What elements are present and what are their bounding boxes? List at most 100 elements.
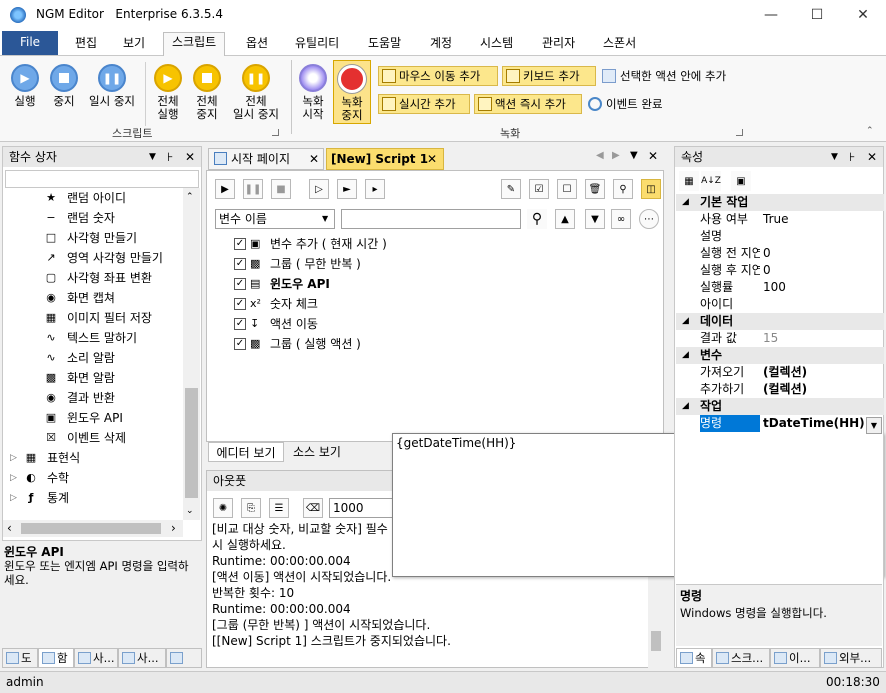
line-count-stepper[interactable]: 1000	[329, 498, 393, 518]
action-checkbox[interactable]: ✓	[234, 278, 246, 290]
variable-search-input[interactable]	[341, 209, 521, 229]
run-button[interactable]: ▶ 실행	[8, 64, 42, 108]
action-checkbox[interactable]: ✓	[234, 318, 246, 330]
add-instant-action-button[interactable]: 액션 즉시 추가	[474, 94, 582, 114]
minimize-button[interactable]: —	[748, 0, 794, 30]
expand-arrow-icon[interactable]: ▷	[10, 448, 17, 468]
broom-button[interactable]: ✺	[213, 498, 233, 518]
play-step-button[interactable]: ►	[337, 179, 357, 199]
menu-file[interactable]: File	[2, 31, 58, 55]
property-value[interactable]: (컬렉션)	[763, 381, 807, 398]
property-category[interactable]: ◢ 변수	[676, 347, 884, 364]
image-edit-button[interactable]: ✎	[501, 179, 521, 199]
check-all-button[interactable]: ☑	[529, 179, 549, 199]
stop-all-button[interactable]: 전체 중지	[189, 64, 225, 121]
scroll-thumb[interactable]	[185, 388, 198, 498]
left-tab-page[interactable]	[166, 648, 202, 668]
add-inside-action-button[interactable]: 선택한 액션 안에 추가	[600, 66, 726, 86]
uncheck-button[interactable]: ☐	[557, 179, 577, 199]
menu-sponsor[interactable]: 스폰서	[595, 34, 644, 54]
record-stop-button[interactable]: 녹화 중지	[333, 60, 371, 124]
close-panel-icon[interactable]: ✕	[185, 147, 195, 167]
scroll-left-arrow[interactable]: ‹	[7, 521, 12, 535]
menu-script[interactable]: 스크립트	[163, 32, 226, 56]
property-row[interactable]: 실행 전 지연 0	[676, 245, 884, 262]
function-tree-vscrollbar[interactable]: ⌃ ⌄	[183, 188, 200, 520]
tab-list-icon[interactable]: ▼	[630, 150, 638, 161]
collapse-arrow-icon[interactable]: ◢	[682, 398, 689, 415]
property-row[interactable]: 아이디	[676, 296, 884, 313]
pause-all-button[interactable]: ❚❚ 전체 일시 중지	[228, 64, 284, 121]
action-checkbox[interactable]: ✓	[234, 238, 246, 250]
menu-system[interactable]: 시스템	[472, 34, 521, 54]
property-value[interactable]: 15	[763, 330, 778, 347]
right-tab-script[interactable]: 스크...	[712, 648, 770, 668]
close-panel-icon[interactable]: ✕	[867, 147, 877, 167]
eraser-button[interactable]: ⌫	[303, 498, 323, 518]
record-start-button[interactable]: 녹화 시작	[296, 64, 330, 121]
expand-arrow-icon[interactable]: ▷	[10, 468, 17, 488]
move-down-button[interactable]: ▼	[585, 209, 605, 229]
scroll-thumb[interactable]	[651, 631, 661, 651]
search-icon[interactable]: ⚲	[527, 209, 547, 229]
left-tab-fx[interactable]: 사...	[118, 648, 166, 668]
play-button[interactable]: ▶	[215, 179, 235, 199]
menu-account[interactable]: 계정	[422, 34, 460, 54]
stop-button[interactable]: 중지	[47, 64, 81, 108]
property-value[interactable]: tDateTime(HH)}	[763, 415, 873, 432]
property-value[interactable]: 100	[763, 279, 786, 296]
close-tab-icon[interactable]: ✕	[309, 149, 319, 169]
right-tab-external[interactable]: 외부...	[820, 648, 882, 668]
property-row[interactable]: 실행률 100	[676, 279, 884, 296]
collapse-ribbon-icon[interactable]: ⌃	[866, 126, 874, 136]
property-row[interactable]: 설명	[676, 228, 884, 245]
play-outline-button[interactable]: ▷	[309, 179, 329, 199]
delete-button[interactable]: 🗑	[585, 179, 605, 199]
scroll-up-arrow[interactable]: ⌃	[186, 192, 194, 202]
menu-help[interactable]: 도움말	[360, 34, 409, 54]
left-tab-function[interactable]: 함	[38, 648, 74, 668]
action-checkbox[interactable]: ✓	[234, 258, 246, 270]
tab-source-view[interactable]: 소스 보기	[286, 442, 348, 462]
function-tree-hscrollbar[interactable]: ‹ ›	[3, 520, 183, 537]
property-value[interactable]: (컬렉션)	[763, 364, 807, 381]
tab-new-script[interactable]: [New] Script 1 ✕	[326, 148, 444, 170]
pause-button[interactable]: ❚❚ 일시 중지	[84, 64, 140, 108]
collapse-arrow-icon[interactable]: ◢	[682, 347, 689, 364]
menu-view[interactable]: 보기	[115, 34, 153, 54]
variable-select[interactable]: 변수 이름 ▼	[215, 209, 335, 229]
play-frame-button[interactable]: ▸	[365, 179, 385, 199]
scroll-down-arrow[interactable]: ⌄	[186, 506, 194, 516]
expand-arrow-icon[interactable]: ▷	[10, 488, 17, 508]
function-search-input[interactable]	[5, 170, 199, 188]
add-realtime-button[interactable]: 실시간 추가	[378, 94, 470, 114]
maximize-button[interactable]: ☐	[794, 0, 840, 30]
add-mouse-move-button[interactable]: 마우스 이동 추가	[378, 66, 498, 86]
infinite-loop-button[interactable]: ∞	[611, 209, 631, 229]
property-row[interactable]: 추가하기 (컬렉션)	[676, 381, 884, 398]
tab-scroll-right-icon[interactable]: ▶	[612, 150, 620, 161]
property-row[interactable]: 결과 값 15	[676, 330, 884, 347]
left-tab-doc[interactable]: 도	[2, 648, 38, 668]
pin-icon[interactable]: ⊦	[167, 147, 173, 167]
add-keyboard-button[interactable]: 키보드 추가	[502, 66, 596, 86]
menu-admin[interactable]: 관리자	[534, 34, 583, 54]
list-button[interactable]: ☰	[269, 498, 289, 518]
command-edit-text[interactable]: {getDateTime(HH)}	[396, 436, 516, 450]
categorized-button[interactable]: ▦	[679, 171, 699, 191]
alphabetical-button[interactable]: A↓Z	[701, 171, 721, 191]
menu-utility[interactable]: 유틸리티	[287, 34, 347, 54]
search-button[interactable]: ⚲	[613, 179, 633, 199]
move-up-button[interactable]: ▲	[555, 209, 575, 229]
pause-button[interactable]: ❚❚	[243, 179, 263, 199]
property-row[interactable]: 실행 후 지연 0	[676, 262, 884, 279]
tab-start-page[interactable]: 시작 페이지 ✕	[208, 148, 324, 170]
property-row[interactable]: 명령 tDateTime(HH)}	[676, 415, 884, 432]
scroll-right-arrow[interactable]: ›	[171, 521, 176, 535]
menu-options[interactable]: 옵션	[238, 34, 276, 54]
property-value[interactable]: True	[763, 211, 789, 228]
right-tab-properties[interactable]: 속	[676, 648, 712, 668]
dialog-launcher-icon[interactable]	[272, 129, 279, 136]
collapse-arrow-icon[interactable]: ◢	[682, 313, 689, 330]
property-row[interactable]: 사용 여부 True	[676, 211, 884, 228]
